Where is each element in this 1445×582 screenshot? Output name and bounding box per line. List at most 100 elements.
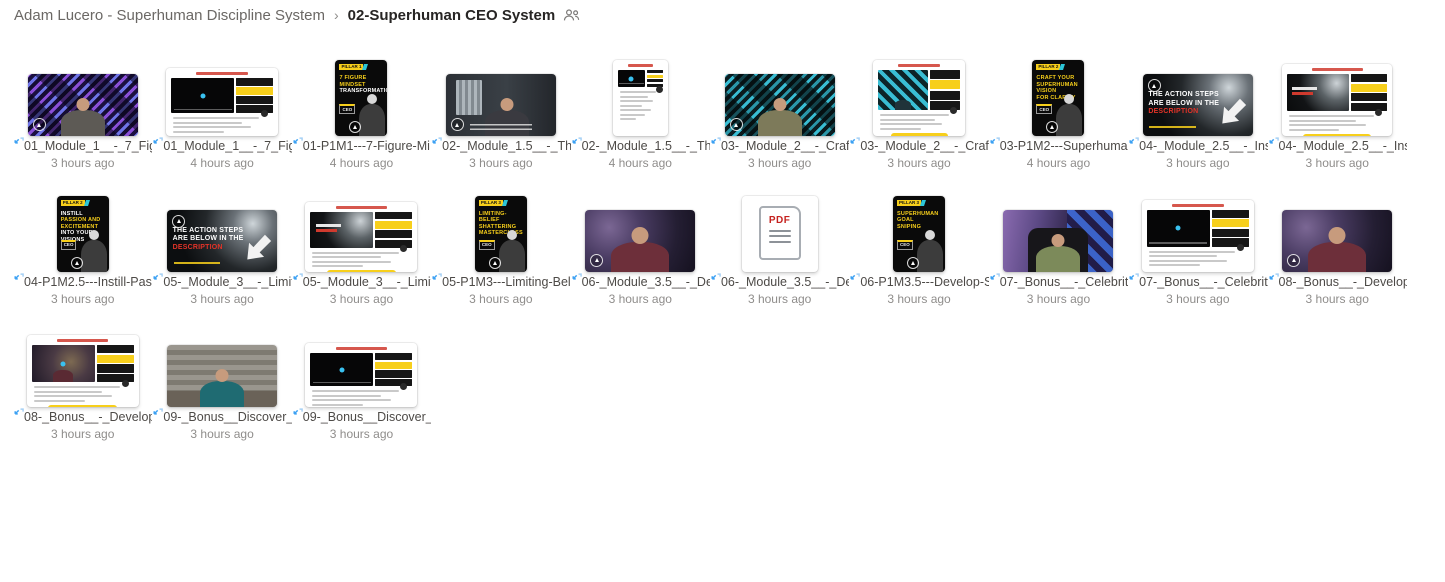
action-steps-text: THE ACTION STEPS ARE BELOW IN THE DESCRIPT…	[1148, 91, 1220, 116]
shortcut-arrow-icon	[711, 137, 721, 144]
shortcut-arrow-icon	[14, 408, 24, 415]
file-name[interactable]: 09-_Bonus__Discover_T...	[303, 410, 431, 425]
file-name[interactable]: 06-_Module_3.5__-_Dev...	[582, 275, 710, 290]
cover-title-text: SUPERHUMAN GOAL SNIPING	[897, 210, 939, 230]
file-tile[interactable]: 08-_Bonus__-_Develop_... 3 hours ago	[13, 323, 152, 441]
file-name[interactable]: 06-P1M3.5---Develop-S...	[860, 275, 988, 290]
ceo-badge: CEO	[1036, 104, 1053, 114]
file-tile[interactable]: PILLAR 3 LIMITING-BELIEF SHATTERING MASTERC…	[431, 188, 571, 306]
file-name[interactable]: 02-_Module_1.5__-_The_...	[442, 139, 570, 154]
file-thumbnail[interactable]	[305, 343, 418, 408]
file-thumbnail[interactable]	[873, 60, 966, 136]
file-tile[interactable]: 02-_Module_1.5__-_The_... 4 hours ago	[571, 52, 710, 170]
file-thumbnail[interactable]	[445, 74, 556, 136]
file-name[interactable]: 03-P1M2---Superhuma...	[1000, 139, 1128, 154]
file-tile[interactable]: PDF 06-_Module_3.5__-_Dev... 3 hours ago	[710, 188, 849, 306]
file-tile[interactable]: 09-_Bonus__Discover_T... 3 hours ago	[292, 323, 431, 441]
file-thumbnail[interactable]	[1003, 209, 1114, 272]
file-tile[interactable]: PILLAR 2 CRAFT YOUR SUPERHUMAN VISION FOR CL…	[989, 52, 1128, 170]
file-thumbnail[interactable]: THE ACTION STEPS ARE BELOW IN THE DESCRIPT…	[1142, 74, 1253, 136]
file-name[interactable]: 09-_Bonus__Discover_T...	[163, 410, 291, 425]
file-tile[interactable]: 02-_Module_1.5__-_The_... 3 hours ago	[431, 52, 571, 170]
file-name[interactable]: 01-P1M1---7-Figure-Mi...	[303, 139, 431, 154]
file-name[interactable]: 01_Module_1__-_7_Figur...	[24, 139, 152, 154]
file-name[interactable]: 03-_Module_2__-_Craft_...	[721, 139, 849, 154]
file-row: 08-_Bonus__-_Develop_... 3 hours ago 09-…	[13, 323, 1423, 459]
file-name-row: 03-P1M2---Superhuma...	[989, 136, 1128, 154]
file-name[interactable]: 05-_Module_3__-_Limiti...	[303, 275, 431, 290]
file-tile[interactable]: 05-_Module_3__-_Limiti... 3 hours ago	[292, 188, 431, 306]
file-thumbnail[interactable]: PILLAR 1 7 FIGUREMINDSETTRANSFORMATION CEO	[335, 60, 388, 136]
file-thumbnail[interactable]: PILLAR 3 SUPERHUMAN GOAL SNIPING CEO	[893, 195, 946, 272]
thumbnail-zone: PILLAR 2 INSTILL PASSION AND EXCITEMENT INTO…	[13, 188, 152, 272]
file-thumbnail[interactable]	[724, 74, 835, 136]
file-tile[interactable]: 08-_Bonus__-_Develop_... 3 hours ago	[1268, 188, 1407, 306]
file-name[interactable]: 05-_Module_3__-_Limiti...	[163, 275, 291, 290]
file-name[interactable]: 02-_Module_1.5__-_The_...	[582, 139, 710, 154]
file-thumbnail[interactable]	[1282, 209, 1393, 272]
file-name[interactable]: 06-_Module_3.5__-_Dev...	[721, 275, 849, 290]
file-name[interactable]: 01_Module_1__-_7_Figur...	[163, 139, 291, 154]
file-timestamp: 4 hours ago	[1026, 156, 1091, 170]
file-thumbnail[interactable]: PILLAR 3 LIMITING-BELIEF SHATTERING MASTERC…	[474, 195, 527, 272]
file-thumbnail[interactable]: PDF	[741, 195, 818, 272]
person-silhouette	[200, 381, 245, 408]
file-thumbnail[interactable]: PILLAR 2 INSTILL PASSION AND EXCITEMENT INTO…	[56, 195, 109, 272]
shortcut-arrow-icon	[432, 272, 442, 280]
shortcut-arrow-icon	[572, 272, 582, 280]
shortcut-arrow-icon	[432, 137, 442, 144]
file-thumbnail[interactable]: PILLAR 2 CRAFT YOUR SUPERHUMAN VISION FOR CL…	[1032, 60, 1085, 136]
playlist-rows	[646, 70, 663, 87]
file-thumbnail[interactable]: THE ACTION STEPS ARE BELOW IN THE DESCRIPT…	[167, 209, 278, 272]
file-tile[interactable]: 07-_Bonus__-_Celebrity_... 3 hours ago	[989, 188, 1128, 306]
file-tile[interactable]: PILLAR 2 INSTILL PASSION AND EXCITEMENT INTO…	[13, 188, 152, 306]
file-name[interactable]: 04-_Module_2.5__-_Insti...	[1279, 139, 1407, 154]
file-tile[interactable]: 06-_Module_3.5__-_Dev... 3 hours ago	[571, 188, 710, 306]
file-tile[interactable]: 03-_Module_2__-_Craft_... 3 hours ago	[849, 52, 989, 170]
file-tile[interactable]: 01_Module_1__-_7_Figur... 4 hours ago	[152, 52, 292, 170]
file-thumbnail[interactable]	[27, 74, 138, 136]
file-tile[interactable]: THE ACTION STEPS ARE BELOW IN THE DESCRIPT…	[1128, 52, 1268, 170]
playlist-rows	[930, 70, 961, 110]
file-thumbnail[interactable]	[167, 345, 278, 408]
file-tile[interactable]: PILLAR 1 7 FIGUREMINDSETTRANSFORMATION CEO…	[292, 52, 431, 170]
shortcut-arrow-icon	[572, 137, 582, 144]
file-name[interactable]: 04-P1M2.5---Instill-Pass...	[24, 275, 152, 290]
thumbnail-zone	[1128, 188, 1267, 272]
file-tile[interactable]: 04-_Module_2.5__-_Insti... 3 hours ago	[1268, 52, 1407, 170]
file-name[interactable]: 03-_Module_2__-_Craft_...	[860, 139, 988, 154]
person-photo	[359, 104, 386, 136]
file-name[interactable]: 07-_Bonus__-_Celebrity_...	[1000, 275, 1128, 290]
file-thumbnail[interactable]	[166, 68, 279, 136]
file-tile[interactable]: 03-_Module_2__-_Craft_... 3 hours ago	[710, 52, 849, 170]
shortcut-arrow-icon	[293, 408, 303, 415]
shared-people-icon[interactable]	[563, 8, 580, 22]
file-name-row: 05-_Module_3__-_Limiti...	[152, 272, 292, 290]
file-tile[interactable]: 01_Module_1__-_7_Figur... 3 hours ago	[13, 52, 152, 170]
file-name-row: 05-P1M3---Limiting-Bel...	[431, 272, 571, 290]
file-name[interactable]: 05-P1M3---Limiting-Bel...	[442, 275, 570, 290]
file-name[interactable]: 04-_Module_2.5__-_Insti...	[1139, 139, 1267, 154]
playlist-rows	[375, 211, 413, 248]
file-tile[interactable]: 09-_Bonus__Discover_T... 3 hours ago	[152, 323, 292, 441]
file-thumbnail[interactable]	[1282, 64, 1393, 136]
file-name-row: 05-_Module_3__-_Limiti...	[292, 272, 431, 290]
breadcrumb-parent-link[interactable]: Adam Lucero - Superhuman Discipline Syst…	[14, 7, 325, 24]
file-thumbnail[interactable]	[612, 60, 668, 136]
file-thumbnail[interactable]	[1141, 199, 1254, 272]
file-name[interactable]: 08-_Bonus__-_Develop_...	[1279, 275, 1407, 290]
file-name[interactable]: 08-_Bonus__-_Develop_...	[24, 410, 152, 425]
file-thumbnail[interactable]	[585, 209, 696, 272]
file-timestamp: 3 hours ago	[1305, 291, 1369, 306]
file-tile[interactable]: THE ACTION STEPS ARE BELOW IN THE DESCRIPT…	[152, 188, 292, 306]
file-timestamp: 3 hours ago	[329, 291, 394, 306]
thumbnail-zone	[1268, 52, 1407, 136]
file-thumbnail[interactable]	[305, 201, 418, 272]
shortcut-arrow-icon	[990, 272, 1000, 280]
file-tile[interactable]: PILLAR 3 SUPERHUMAN GOAL SNIPING CEO 06-P1M3…	[849, 188, 989, 306]
file-thumbnail[interactable]	[26, 335, 139, 408]
shortcut-arrow-icon	[153, 137, 164, 144]
file-name[interactable]: 07-_Bonus__-_Celebrity_...	[1139, 275, 1267, 290]
file-timestamp: 3 hours ago	[608, 291, 672, 306]
file-tile[interactable]: 07-_Bonus__-_Celebrity_... 3 hours ago	[1128, 188, 1268, 306]
